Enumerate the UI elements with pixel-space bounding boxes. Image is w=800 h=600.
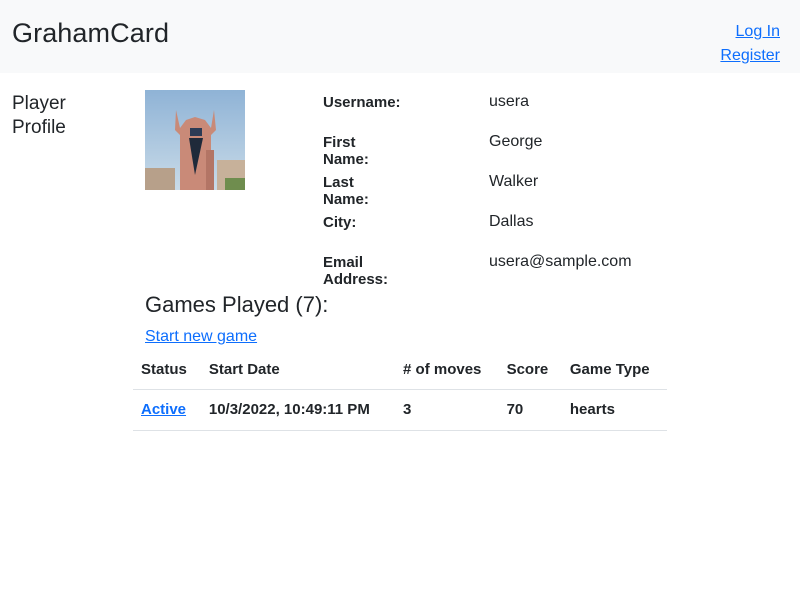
column-header-status: Status xyxy=(133,351,201,390)
games-played-heading: Games Played (7): xyxy=(145,292,329,317)
status-cell: Active xyxy=(133,389,201,431)
score-cell: 70 xyxy=(498,389,562,431)
last-name-value: Walker xyxy=(489,173,539,190)
city-label: City: xyxy=(323,214,357,231)
table-header-row: Status Start Date # of moves Score Game … xyxy=(133,351,667,390)
column-header-game-type: Game Type xyxy=(561,351,667,390)
first-name-value: George xyxy=(489,133,543,150)
start-date-cell: 10/3/2022, 10:49:11 PM xyxy=(200,389,396,431)
email-value: usera@sample.com xyxy=(489,253,632,270)
register-link[interactable]: Register xyxy=(720,44,780,68)
login-link[interactable]: Log In xyxy=(720,20,780,44)
column-header-start-date: Start Date xyxy=(200,351,396,390)
table-row: Active 10/3/2022, 10:49:11 PM 3 70 heart… xyxy=(133,389,667,431)
game-type-cell: hearts xyxy=(561,389,667,431)
username-value: usera xyxy=(489,93,530,110)
building-photo-icon xyxy=(145,90,245,190)
nav-links: Log In Register xyxy=(720,20,780,68)
avatar xyxy=(145,90,245,190)
column-header-score: Score xyxy=(498,351,562,390)
first-name-label: First Name: xyxy=(323,134,369,168)
games-table: Status Start Date # of moves Score Game … xyxy=(133,351,667,431)
game-status-link[interactable]: Active xyxy=(141,401,186,418)
email-label: Email Address: xyxy=(323,254,389,288)
city-value: Dallas xyxy=(489,213,534,230)
column-header-moves: # of moves xyxy=(395,351,499,390)
last-name-label: Last Name: xyxy=(323,174,369,208)
moves-cell: 3 xyxy=(395,389,499,431)
start-new-game-link[interactable]: Start new game xyxy=(145,328,257,346)
page-title: Player Profile xyxy=(12,93,66,138)
username-label: Username: xyxy=(323,94,401,111)
navbar: GrahamCard Log In Register xyxy=(0,0,800,73)
brand-title[interactable]: GrahamCard xyxy=(12,18,169,49)
